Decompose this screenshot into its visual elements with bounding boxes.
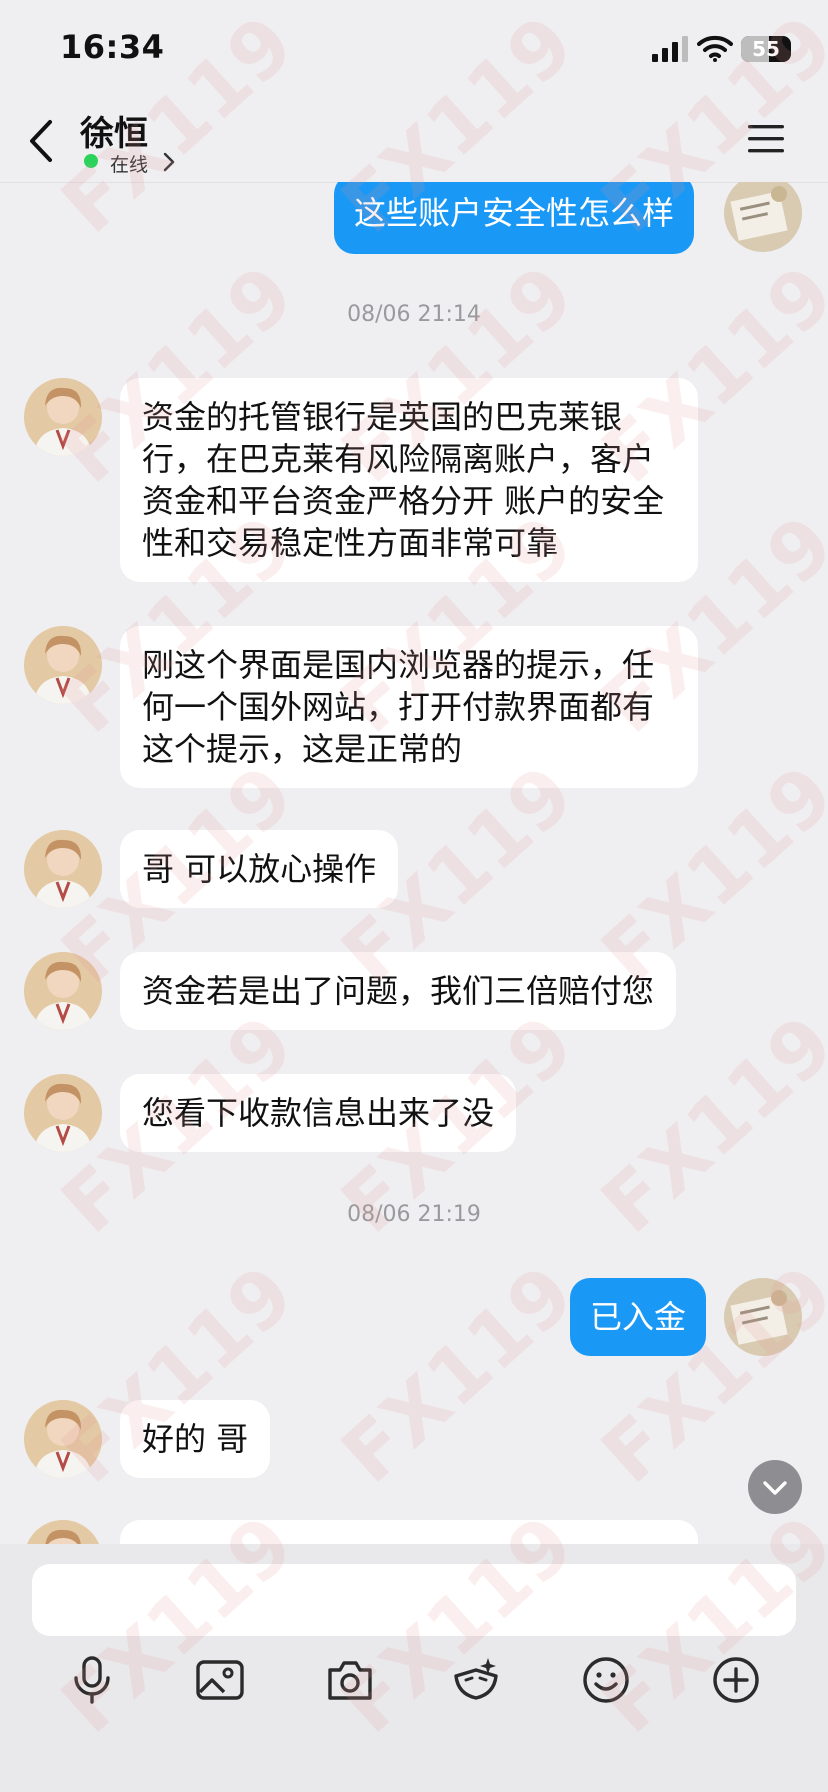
camera-button[interactable]: [322, 1652, 378, 1708]
status-time: 16:34: [60, 28, 165, 66]
chevron-right-icon[interactable]: [162, 152, 176, 172]
plus-icon: [713, 1657, 759, 1703]
album-button[interactable]: [192, 1652, 248, 1708]
back-arrow-icon[interactable]: [24, 116, 64, 166]
emoji-icon: [583, 1657, 629, 1703]
contact-avatar[interactable]: [24, 1520, 102, 1544]
message-outgoing: 已入金: [0, 1276, 828, 1358]
message-outgoing: 这些账户安全性怎么样: [0, 182, 828, 262]
chat-message-list[interactable]: 这些账户安全性怎么样 08/06 21:14 资金的托管银行是英国的巴克莱银行，…: [0, 182, 828, 1544]
online-status-text[interactable]: 在线: [110, 150, 148, 177]
message-incoming: 资金的托管银行是英国的巴克莱银行，在巴克莱有风险隔离账户，客户资金和平台资金严格…: [0, 376, 828, 582]
message-input[interactable]: [32, 1564, 796, 1636]
contact-avatar[interactable]: [24, 952, 102, 1030]
camera-icon: [328, 1661, 372, 1700]
scroll-to-bottom-button[interactable]: [748, 1460, 802, 1514]
message-incoming: 资金若是出了问题，我们三倍赔付您: [0, 950, 828, 1032]
message-timestamp: 08/06 21:14: [347, 302, 481, 327]
image-icon: [196, 1660, 244, 1700]
message-bubble[interactable]: 哥 可以放心操作: [120, 830, 399, 908]
contact-name[interactable]: 徐恒: [80, 106, 148, 155]
signal-icon: [652, 36, 688, 62]
message-bubble[interactable]: 好的 哥: [120, 1400, 271, 1478]
chat-header: 徐恒 在线: [0, 100, 828, 183]
message-bubble[interactable]: 这些账户安全性怎么样: [334, 182, 695, 254]
message-incoming-partial: [0, 1518, 828, 1544]
contact-avatar[interactable]: [24, 1074, 102, 1152]
chevron-down-icon: [763, 1481, 787, 1495]
input-toolbar: [0, 1544, 828, 1792]
battery-indicator: 55: [741, 36, 791, 62]
voice-button[interactable]: [64, 1652, 120, 1708]
message-incoming: 刚这个界面是国内浏览器的提示，任何一个国外网站，打开付款界面都有这个提示，这是正…: [0, 624, 828, 788]
message-bubble[interactable]: 刚这个界面是国内浏览器的提示，任何一个国外网站，打开付款界面都有这个提示，这是正…: [120, 626, 698, 788]
message-bubble[interactable]: 已入金: [570, 1278, 707, 1356]
my-avatar[interactable]: [724, 1278, 802, 1356]
message-incoming: 您看下收款信息出来了没: [0, 1072, 828, 1154]
contact-avatar[interactable]: [24, 1400, 102, 1478]
message-incoming: 好的 哥: [0, 1398, 828, 1480]
message-bubble[interactable]: 资金的托管银行是英国的巴克莱银行，在巴克莱有风险隔离账户，客户资金和平台资金严格…: [120, 378, 698, 582]
contact-avatar[interactable]: [24, 378, 102, 456]
menu-icon[interactable]: [746, 122, 786, 156]
message-bubble[interactable]: [120, 1520, 698, 1544]
online-status-dot: [84, 154, 98, 168]
message-incoming: 哥 可以放心操作: [0, 828, 828, 910]
sticker-icon: [454, 1658, 498, 1700]
more-button[interactable]: [708, 1652, 764, 1708]
sticker-button[interactable]: [448, 1652, 504, 1708]
contact-avatar[interactable]: [24, 830, 102, 908]
status-bar: 16:34 55: [0, 0, 828, 100]
emoji-button[interactable]: [578, 1652, 634, 1708]
microphone-icon: [74, 1656, 110, 1704]
message-bubble[interactable]: 您看下收款信息出来了没: [120, 1074, 517, 1152]
battery-text: 55: [752, 37, 780, 61]
message-timestamp: 08/06 21:19: [347, 1202, 481, 1227]
my-avatar[interactable]: [724, 182, 802, 252]
wifi-icon: [697, 35, 733, 62]
contact-avatar[interactable]: [24, 626, 102, 704]
message-bubble[interactable]: 资金若是出了问题，我们三倍赔付您: [120, 952, 677, 1030]
